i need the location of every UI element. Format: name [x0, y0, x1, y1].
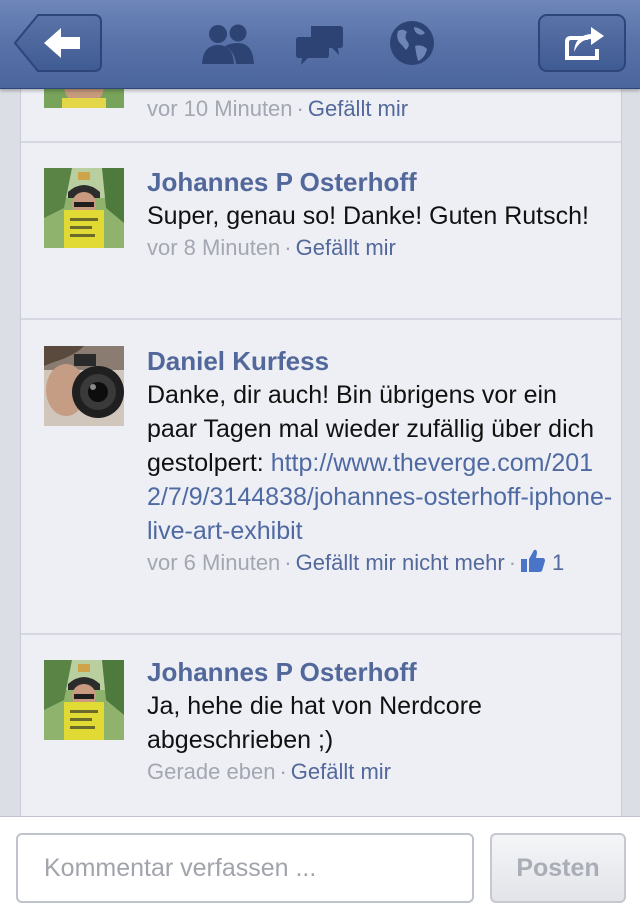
avatar[interactable] — [44, 168, 124, 248]
avatar[interactable] — [44, 346, 124, 426]
back-button[interactable] — [13, 14, 102, 72]
thumbs-up-icon — [520, 548, 546, 582]
comment-text: Super, genau so! Danke! Guten Rutsch! — [147, 202, 589, 230]
comment-text: Ja, hehe die hat von Nerdcore abgeschrie… — [147, 692, 482, 754]
comment-time: vor 10 Minuten — [147, 96, 293, 121]
comment-item: vor 10 Minuten · Gefällt mir — [21, 88, 621, 143]
comment-author[interactable]: Johannes P Osterhoff — [147, 655, 613, 689]
comment-composer: Posten — [0, 816, 640, 921]
comment-author[interactable]: Daniel Kurfess — [147, 344, 613, 378]
comment-body: Johannes P Osterhoff Super, genau so! Da… — [147, 165, 613, 263]
comment-meta: vor 10 Minuten · Gefällt mir — [147, 94, 613, 124]
nav-bar — [0, 0, 640, 89]
comment-time: vor 6 Minuten — [147, 550, 281, 575]
comment-time: vor 8 Minuten — [147, 235, 281, 260]
meta-separator: · — [508, 550, 517, 575]
like-link[interactable]: Gefällt mir — [308, 96, 408, 121]
comment-item: Daniel Kurfess Danke, dir auch! Bin übri… — [21, 320, 621, 635]
meta-separator: · — [284, 550, 292, 575]
meta-separator: · — [279, 759, 287, 784]
comment-meta: vor 8 Minuten · Gefällt mir — [147, 233, 613, 263]
comment-meta: Gerade eben · Gefällt mir — [147, 757, 613, 787]
share-icon — [565, 27, 604, 60]
share-button[interactable] — [538, 14, 626, 72]
comment-item: Johannes P Osterhoff Super, genau so! Da… — [21, 141, 621, 320]
comment-meta: vor 6 Minuten · Gefällt mir nicht mehr · 1 — [147, 548, 613, 582]
comment-text-block: Danke, dir auch! Bin übrigens vor ein pa… — [147, 378, 613, 548]
messages-icon[interactable] — [296, 24, 344, 71]
comment-input[interactable] — [16, 833, 474, 903]
comment-body: Johannes P Osterhoff Ja, hehe die hat vo… — [147, 655, 613, 787]
comment-author[interactable]: Johannes P Osterhoff — [147, 165, 613, 199]
comment-item: Johannes P Osterhoff Ja, hehe die hat vo… — [21, 635, 621, 816]
friends-icon[interactable] — [201, 22, 255, 71]
like-link[interactable]: Gefällt mir — [296, 235, 396, 260]
comment-time: Gerade eben — [147, 759, 276, 784]
meta-separator: · — [296, 96, 304, 121]
comment-feed[interactable]: vor 10 Minuten · Gefällt mir Johannes P Os… — [20, 88, 622, 816]
avatar[interactable] — [44, 660, 124, 740]
like-link[interactable]: Gefällt mir — [291, 759, 391, 784]
like-count[interactable]: 1 — [546, 550, 564, 575]
unlike-link[interactable]: Gefällt mir nicht mehr — [296, 550, 505, 575]
avatar[interactable] — [44, 88, 124, 108]
comment-body: Daniel Kurfess Danke, dir auch! Bin übri… — [147, 344, 613, 582]
meta-separator: · — [284, 235, 292, 260]
globe-icon[interactable] — [389, 20, 435, 71]
comment-body: vor 10 Minuten · Gefällt mir — [147, 94, 613, 124]
post-button[interactable]: Posten — [490, 833, 626, 903]
